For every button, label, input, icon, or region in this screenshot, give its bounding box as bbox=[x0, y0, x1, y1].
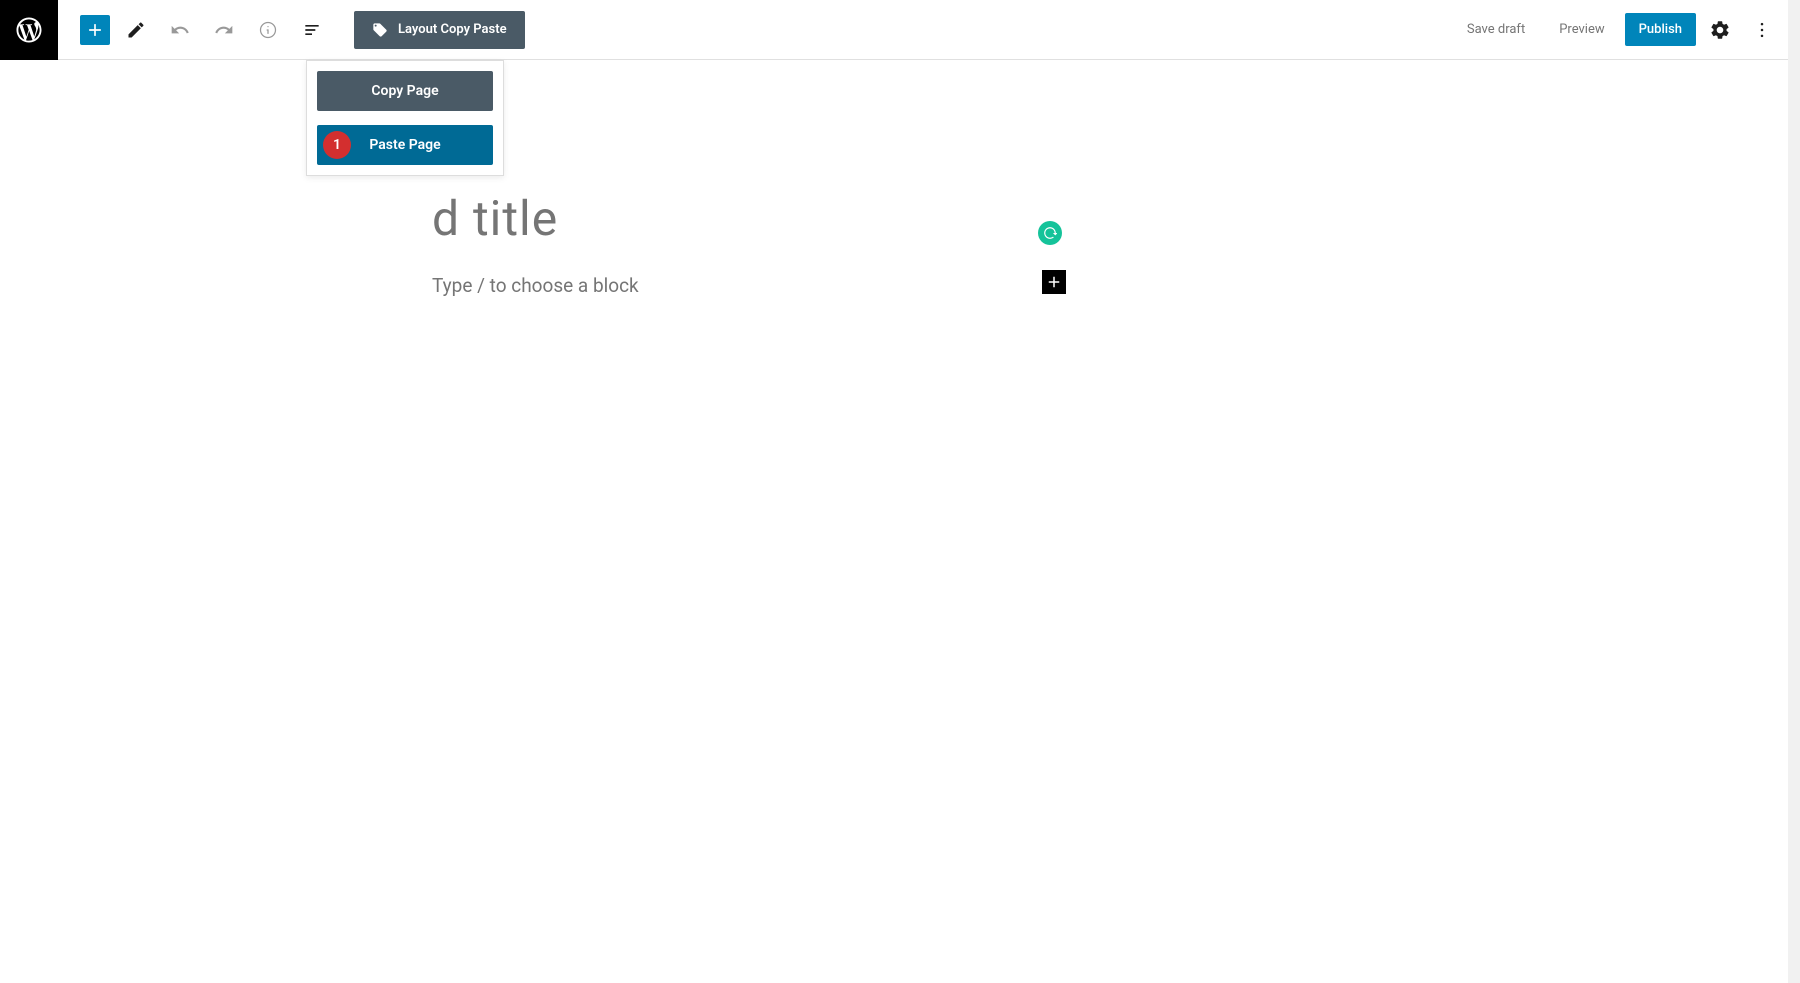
plus-icon bbox=[85, 20, 105, 40]
info-button[interactable] bbox=[250, 12, 286, 48]
top-toolbar: Layout Copy Paste Save draft Preview Pub… bbox=[0, 0, 1800, 60]
info-icon bbox=[258, 20, 278, 40]
layout-copy-paste-button[interactable]: Layout Copy Paste bbox=[354, 11, 525, 49]
block-placeholder[interactable]: Type / to choose a block bbox=[432, 274, 639, 297]
undo-icon bbox=[170, 20, 190, 40]
edit-mode-button[interactable] bbox=[118, 12, 154, 48]
scrollbar[interactable] bbox=[1788, 0, 1800, 983]
kebab-icon bbox=[1752, 20, 1772, 40]
add-block-toolbar-button[interactable] bbox=[80, 15, 110, 45]
toolbar-left-group: Layout Copy Paste bbox=[58, 11, 525, 49]
layout-button-label: Layout Copy Paste bbox=[398, 22, 507, 37]
gear-icon bbox=[1709, 19, 1731, 41]
redo-button[interactable] bbox=[206, 12, 242, 48]
undo-button[interactable] bbox=[162, 12, 198, 48]
grammarly-icon bbox=[1043, 226, 1057, 240]
outline-button[interactable] bbox=[294, 12, 330, 48]
preview-button[interactable]: Preview bbox=[1545, 13, 1618, 46]
title-placeholder[interactable]: d title bbox=[432, 190, 558, 247]
pencil-icon bbox=[126, 20, 146, 40]
add-block-inline-button[interactable] bbox=[1042, 270, 1066, 294]
settings-button[interactable] bbox=[1702, 12, 1738, 48]
tag-icon bbox=[372, 22, 388, 38]
plus-icon bbox=[1045, 273, 1063, 291]
more-options-button[interactable] bbox=[1744, 12, 1780, 48]
grammarly-badge[interactable] bbox=[1038, 221, 1062, 245]
wordpress-icon bbox=[14, 15, 44, 45]
redo-icon bbox=[214, 20, 234, 40]
publish-button[interactable]: Publish bbox=[1625, 13, 1696, 46]
save-draft-button[interactable]: Save draft bbox=[1453, 13, 1539, 46]
toolbar-right-group: Save draft Preview Publish bbox=[1453, 12, 1780, 48]
editor-content-area: d title Type / to choose a block bbox=[0, 60, 1800, 160]
list-view-icon bbox=[302, 20, 322, 40]
wordpress-logo-button[interactable] bbox=[0, 0, 58, 60]
